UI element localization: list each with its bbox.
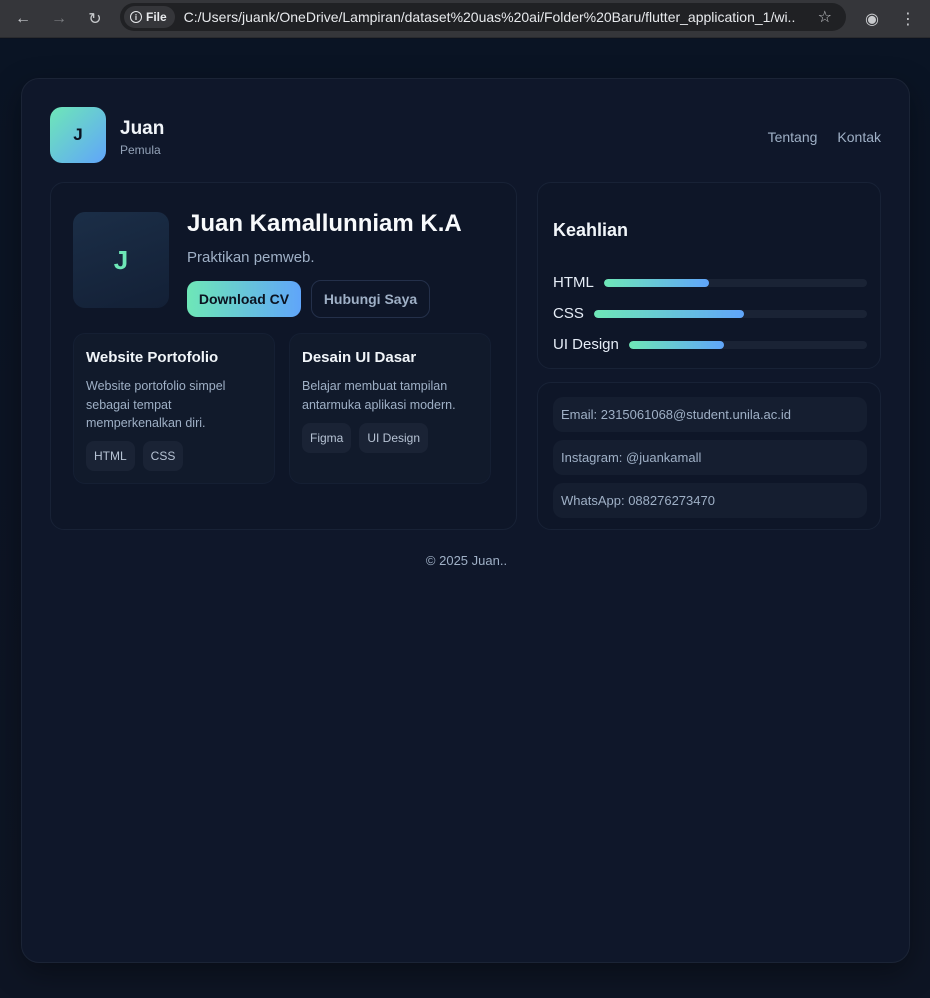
brand-role: Pemula — [120, 143, 161, 157]
footer-copyright: © 2025 Juan.. — [425, 553, 508, 568]
profile-name: Juan Kamallunniam K.A — [187, 210, 462, 237]
project-title: Desain UI Dasar — [302, 349, 417, 366]
reload-icon[interactable]: ↻ — [83, 7, 107, 31]
tag-badge: UI Design — [359, 423, 429, 453]
project-description: Website portofolio simpel sebagai tempat… — [86, 379, 226, 430]
nav-link-tentang[interactable]: Tentang — [768, 129, 818, 145]
skill-progress-bar — [628, 340, 867, 349]
avatar: J — [73, 212, 169, 308]
profile-panel: J Juan Kamallunniam K.A Praktikan pemweb… — [50, 182, 517, 530]
skill-progress-fill — [628, 340, 725, 349]
scheme-label: File — [146, 10, 167, 24]
tag-badge: Figma — [302, 423, 352, 453]
contact-instagram[interactable]: Instagram: @juankamall — [553, 440, 867, 475]
skill-progress-fill — [603, 278, 710, 287]
forward-arrow-icon[interactable]: → — [47, 7, 71, 31]
skill-label: CSS — [553, 305, 584, 322]
brand-logo: J — [50, 107, 106, 163]
bookmark-star-icon[interactable]: ☆ — [818, 7, 832, 27]
skills-panel: Keahlian HTML CSS UI Design — [537, 182, 881, 369]
brand-name: Juan — [120, 118, 165, 139]
contact-whatsapp[interactable]: WhatsApp: 088276273470 — [553, 483, 867, 518]
address-bar[interactable]: i File C:/Users/juank/OneDrive/Lampiran/… — [120, 3, 846, 31]
menu-dots-icon[interactable]: ⋮ — [896, 7, 920, 31]
project-title: Website Portofolio — [86, 349, 219, 366]
skill-progress-bar — [603, 278, 867, 287]
project-description: Belajar membuat tampilan antarmuka aplik… — [302, 379, 456, 412]
project-card[interactable]: Website Portofolio Website portofolio si… — [73, 333, 275, 484]
project-tags: Figma UI Design — [302, 423, 429, 453]
tag-badge: HTML — [86, 441, 135, 471]
contact-me-button[interactable]: Hubungi Saya — [311, 280, 430, 318]
nav-link-kontak[interactable]: Kontak — [837, 129, 881, 145]
back-arrow-icon[interactable]: ← — [11, 7, 35, 31]
info-icon: i — [130, 11, 142, 23]
main-card: J Juan Pemula Tentang Kontak J Juan Kama… — [21, 78, 910, 963]
download-cv-button[interactable]: Download CV — [187, 281, 301, 317]
page-viewport: J Juan Pemula Tentang Kontak J Juan Kama… — [0, 39, 930, 998]
skill-row-html: HTML — [553, 274, 867, 291]
skill-row-ui-design: UI Design — [553, 336, 867, 353]
skill-label: UI Design — [553, 336, 619, 353]
skill-progress-fill — [593, 309, 745, 318]
url-text[interactable]: C:/Users/juank/OneDrive/Lampiran/dataset… — [184, 9, 796, 25]
tag-badge: CSS — [142, 441, 184, 471]
skill-progress-bar — [593, 309, 867, 318]
skill-label: HTML — [553, 274, 594, 291]
skill-row-css: CSS — [553, 305, 867, 322]
contact-email[interactable]: Email: 2315061068@student.unila.ac.id — [553, 397, 867, 432]
skills-title: Keahlian — [553, 220, 629, 240]
site-info-chip[interactable]: i File — [124, 6, 175, 28]
contact-panel: Email: 2315061068@student.unila.ac.id In… — [537, 382, 881, 530]
profile-tagline: Praktikan pemweb. — [187, 249, 315, 266]
browser-toolbar: ← → ↻ i File C:/Users/juank/OneDrive/Lam… — [0, 0, 930, 38]
project-card[interactable]: Desain UI Dasar Belajar membuat tampilan… — [289, 333, 491, 484]
project-tags: HTML CSS — [86, 441, 184, 471]
top-navigation: Tentang Kontak — [768, 129, 881, 145]
profile-icon[interactable]: ◉ — [860, 7, 884, 31]
